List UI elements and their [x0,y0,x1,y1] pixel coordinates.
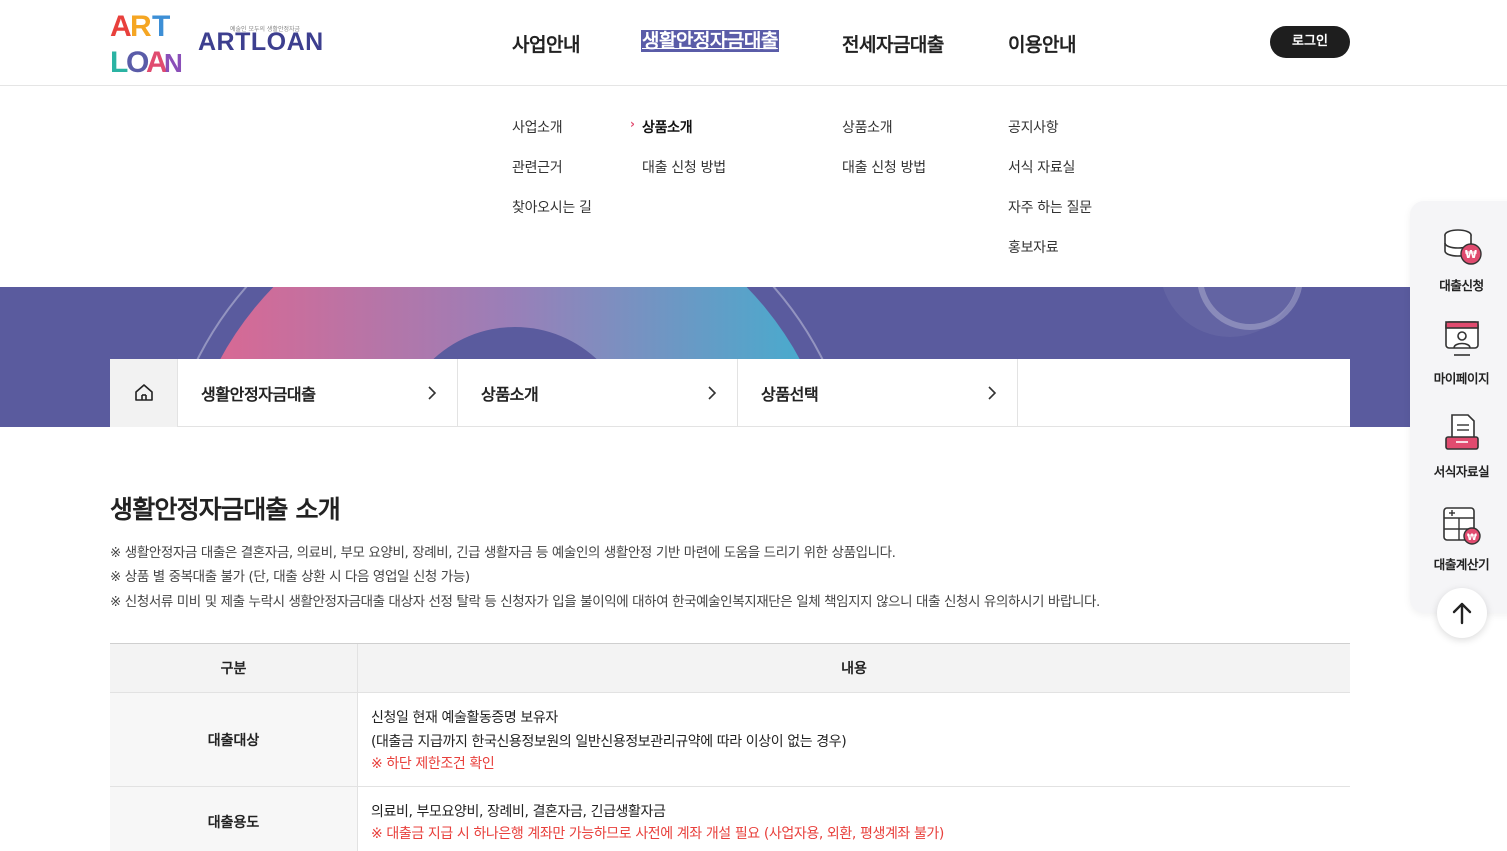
submenu-faq[interactable]: 자주 하는 질문 [1008,197,1092,217]
row-content: 신청일 현재 예술활동증명 보유자 (대출금 지급까지 한국신용정보원의 일반신… [358,693,1350,786]
breadcrumb-label: 상품소개 [481,385,539,404]
table-header-content: 내용 [841,661,867,677]
scroll-top-button[interactable] [1437,588,1487,638]
warning-line: ※ 대출금 지급 시 하나은행 계좌만 가능하므로 사전에 계좌 개설 필요 (… [371,826,944,842]
table-header-category: 구분 [110,644,358,692]
site-header: A R T L O A N 예술인 모두의 생활안정자금 ARTLOAN 사업안… [0,0,1507,86]
quick-loan-apply[interactable]: ₩ 대출신청 [1410,225,1507,294]
document-tray-icon [1444,414,1479,450]
loan-coin-icon: ₩ [1443,229,1482,265]
svg-text:₩: ₩ [1467,533,1477,543]
breadcrumb-label: 생활안정자금대출 [201,385,316,404]
quick-label: 대출계산기 [1433,557,1490,572]
artloan-logo-mark-icon: A R T L O A N [110,10,183,78]
breadcrumb-depth3[interactable]: 상품선택 [738,359,1018,427]
chevron-right-icon [428,386,437,400]
submenu-legal-basis[interactable]: 관련근거 [512,157,563,177]
submenu-directions[interactable]: 찾아오시는 길 [512,197,592,217]
content-line: 의료비, 부모요양비, 장례비, 결혼자금, 긴급생활자금 [371,804,666,820]
mega-menu: 사업소개 관련근거 찾아오시는 길 › 상품소개 대출 신청 방법 상품소개 대… [0,87,1507,287]
svg-text:₩: ₩ [1464,248,1476,261]
svg-text:A: A [110,10,132,43]
warning-line: ※ 하단 제한조건 확인 [371,756,495,772]
site-logo[interactable]: A R T L O A N 예술인 모두의 생활안정자금 ARTLOAN [110,6,340,80]
quick-label: 마이페이지 [1433,371,1490,386]
breadcrumb-depth2[interactable]: 상품소개 [458,359,738,427]
row-label: 대출대상 [110,693,358,786]
svg-text:R: R [130,10,152,43]
mypage-icon [1444,321,1479,356]
row-label: 대출용도 [110,787,358,851]
login-button[interactable]: 로그인 [1270,26,1350,58]
quick-forms[interactable]: 서식자료실 [1410,411,1507,480]
notice-line: ※ 생활안정자금 대출은 결혼자금, 의료비, 부모 요양비, 장례비, 긴급 … [110,545,896,561]
submenu-lease-product-intro[interactable]: 상품소개 [842,117,893,137]
quick-label: 대출신청 [1439,278,1484,293]
page-title: 생활안정자금대출 소개 [110,495,341,524]
svg-text:N: N [164,48,183,78]
chevron-right-icon [988,386,997,400]
active-marker-icon: › [630,117,635,131]
calculator-icon: ₩ [1442,507,1481,545]
product-info-table: 구분 내용 대출대상 신청일 현재 예술활동증명 보유자 (대출금 지급까지 한… [110,643,1350,851]
submenu-business-intro[interactable]: 사업소개 [512,117,563,137]
breadcrumb: 생활안정자금대출 상품소개 상품선택 [110,359,1350,427]
submenu-forms[interactable]: 서식 자료실 [1008,157,1075,177]
nav-living-loan[interactable]: 생활안정자금대출 [641,30,779,52]
content-line: (대출금 지급까지 한국신용정보원의 일반신용정보관리규약에 따라 이상이 없는… [371,734,847,750]
submenu-lease-apply-method[interactable]: 대출 신청 방법 [842,157,926,177]
chevron-right-icon [708,386,717,400]
submenu-pr-materials[interactable]: 홍보자료 [1008,237,1059,257]
logo-text: ARTLOAN [198,28,324,56]
breadcrumb-label: 상품선택 [761,385,819,404]
quick-mypage[interactable]: 마이페이지 [1410,318,1507,387]
arrow-up-icon [1452,602,1472,625]
submenu-notice[interactable]: 공지사항 [1008,117,1059,137]
row-content: 의료비, 부모요양비, 장례비, 결혼자금, 긴급생활자금 ※ 대출금 지급 시… [358,787,1350,851]
submenu-living-apply-method[interactable]: 대출 신청 방법 [642,157,726,177]
table-row: 대출대상 신청일 현재 예술활동증명 보유자 (대출금 지급까지 한국신용정보원… [110,693,1350,787]
table-header-row: 구분 내용 [110,644,1350,693]
quick-label: 서식자료실 [1433,464,1490,479]
content-line: 신청일 현재 예술활동증명 보유자 [371,710,558,726]
svg-text:T: T [152,10,170,43]
nav-business-info[interactable]: 사업안내 [512,30,580,57]
breadcrumb-depth1[interactable]: 생활안정자금대출 [178,359,458,427]
breadcrumb-home[interactable] [110,359,178,427]
nav-lease-loan[interactable]: 전세자금대출 [842,30,944,57]
quick-calculator[interactable]: ₩ 대출계산기 [1410,504,1507,573]
home-icon [135,384,153,401]
notice-line: ※ 상품 별 중복대출 불가 (단, 대출 상환 시 다음 영업일 신청 가능) [110,569,470,585]
submenu-living-product-intro[interactable]: 상품소개 [642,117,693,137]
page: A R T L O A N 예술인 모두의 생활안정자금 ARTLOAN 사업안… [0,0,1507,851]
quick-menu: ₩ 대출신청 마이페이지 서식자료실 ₩ 대출계산기 [1410,201,1507,613]
table-row: 대출용도 의료비, 부모요양비, 장례비, 결혼자금, 긴급생활자금 ※ 대출금… [110,787,1350,851]
nav-usage-guide[interactable]: 이용안내 [1008,30,1076,57]
notice-line: ※ 신청서류 미비 및 제출 누락시 생활안정자금대출 대상자 선정 탈락 등 … [110,594,1100,610]
